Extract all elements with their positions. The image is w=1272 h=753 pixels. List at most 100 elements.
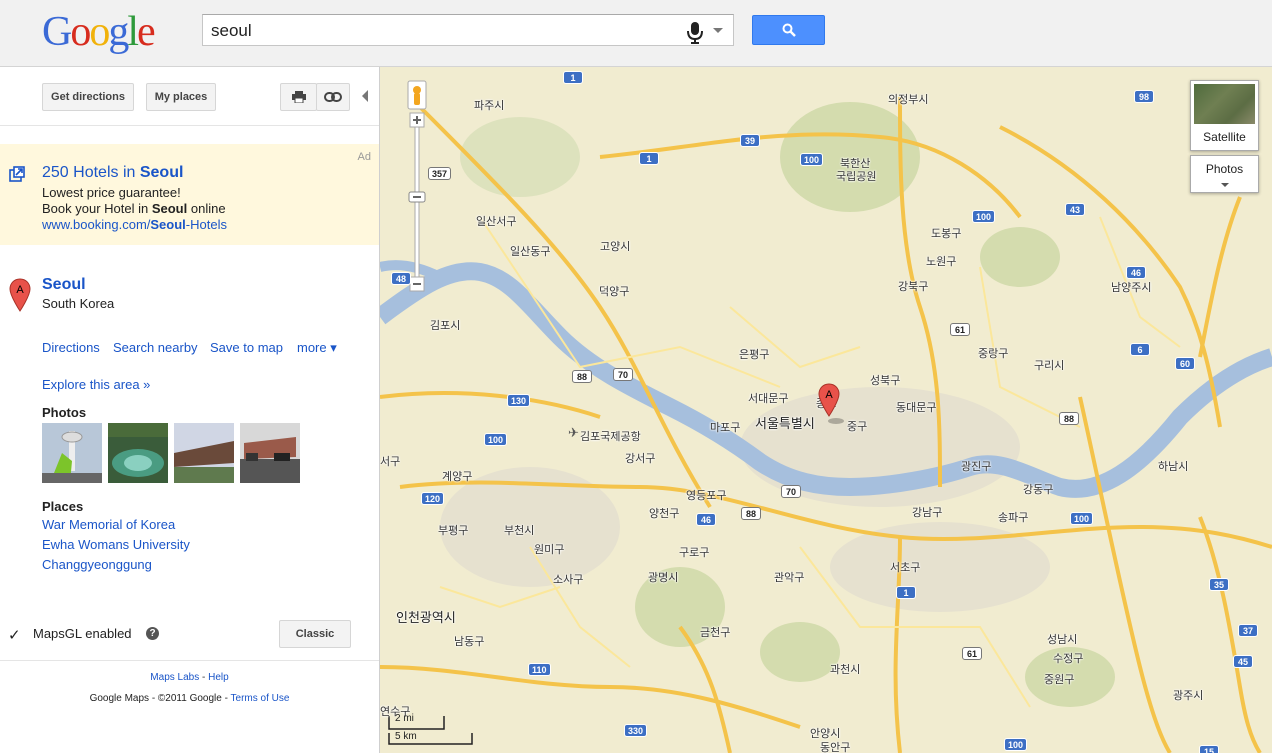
map-label: 강북구 bbox=[898, 281, 929, 293]
logo-letter: o bbox=[70, 9, 91, 55]
map-label: 부천시 bbox=[504, 525, 535, 537]
map-canvas[interactable]: 1 1 39 100 98 100 43 46 6 60 357 48 88 70 130 100 61 88 70… bbox=[380, 67, 1272, 753]
photo-thumbnail[interactable] bbox=[174, 423, 234, 483]
microphone-icon[interactable] bbox=[687, 22, 703, 44]
route-shield: 46 bbox=[696, 513, 716, 526]
map-label: 성남시 bbox=[1047, 634, 1078, 646]
map-label: 계양구 bbox=[442, 471, 473, 483]
satellite-label: Satellite bbox=[1203, 130, 1246, 144]
map-label: 원미구 bbox=[534, 544, 565, 556]
map-label: 성북구 bbox=[870, 375, 901, 387]
result-marker-icon[interactable]: A bbox=[9, 278, 31, 312]
route-shield: 100 bbox=[1004, 738, 1028, 751]
ad-title-text: 250 Hotels in bbox=[42, 164, 140, 181]
search-input[interactable] bbox=[211, 19, 651, 43]
mapsgl-row: ✓ MapsGL enabled ? Classic bbox=[0, 615, 379, 661]
map-label: 김포시 bbox=[430, 320, 461, 332]
maps-labs-link[interactable]: Maps Labs bbox=[150, 672, 199, 683]
map-label: 구리시 bbox=[1034, 360, 1065, 372]
map-label: 송파구 bbox=[998, 512, 1029, 524]
my-places-button[interactable]: My places bbox=[146, 83, 216, 111]
ad-line-2-text: Book your Hotel in bbox=[42, 201, 152, 216]
link-icon bbox=[324, 92, 342, 102]
print-button[interactable] bbox=[280, 83, 317, 111]
ad-url-end: -Hotels bbox=[185, 217, 227, 232]
map-label: 강동구 bbox=[1023, 484, 1054, 496]
map-label: 서초구 bbox=[890, 562, 921, 574]
logo-letter: o bbox=[89, 9, 110, 55]
ad-title-bold: Seoul bbox=[139, 164, 184, 181]
route-shield: 110 bbox=[528, 663, 551, 676]
map-label: 마포구 bbox=[710, 422, 741, 434]
map-label: 강서구 bbox=[625, 453, 656, 465]
terms-link[interactable]: Terms of Use bbox=[231, 693, 290, 704]
map-label: 남양주시 bbox=[1111, 282, 1152, 294]
link-button[interactable] bbox=[316, 83, 350, 111]
search-button[interactable] bbox=[752, 15, 825, 45]
map-label: 국립공원 bbox=[836, 171, 877, 183]
help-icon[interactable]: ? bbox=[146, 627, 159, 640]
route-shield: 61 bbox=[962, 647, 982, 660]
search-nearby-link[interactable]: Search nearby bbox=[113, 340, 198, 355]
logo-letter: l bbox=[127, 9, 139, 55]
ad-url-link[interactable]: www.booking.com/Seoul-Hotels bbox=[42, 217, 227, 232]
explore-area-link[interactable]: Explore this area » bbox=[42, 377, 150, 392]
airport-icon: ✈ bbox=[568, 425, 579, 440]
more-link[interactable]: more ▾ bbox=[297, 340, 337, 356]
search-options-chevron-icon[interactable] bbox=[713, 28, 723, 33]
divider bbox=[0, 125, 379, 126]
route-shield: 37 bbox=[1238, 624, 1258, 637]
external-link-icon bbox=[9, 166, 25, 182]
ad-url-text: www.booking.com/ bbox=[42, 217, 151, 232]
ad-line-2: Book your Hotel in Seoul online bbox=[42, 201, 226, 216]
map-label: 광명시 bbox=[648, 572, 679, 584]
map-label: 서구 bbox=[380, 456, 401, 468]
map-label: 과천시 bbox=[830, 664, 861, 676]
classic-button[interactable]: Classic bbox=[279, 620, 351, 648]
map-label: 하남시 bbox=[1158, 461, 1189, 473]
search-box[interactable] bbox=[202, 14, 734, 46]
place-link-war-memorial[interactable]: War Memorial of Korea bbox=[42, 517, 175, 532]
photos-layer-button[interactable]: Photos bbox=[1190, 155, 1259, 193]
chevron-down-icon bbox=[1221, 183, 1229, 187]
save-to-map-link[interactable]: Save to map bbox=[210, 340, 283, 355]
get-directions-button[interactable]: Get directions bbox=[42, 83, 134, 111]
photos-layer-label: Photos bbox=[1205, 162, 1244, 176]
place-link-ewha[interactable]: Ewha Womans University bbox=[42, 537, 190, 552]
route-shield: 35 bbox=[1209, 578, 1229, 591]
route-shield: 46 bbox=[1126, 266, 1146, 279]
map-label: 일산서구 bbox=[476, 216, 517, 228]
help-link[interactable]: Help bbox=[208, 672, 229, 683]
map-label: 의정부시 bbox=[888, 94, 929, 106]
route-shield: 357 bbox=[428, 167, 452, 180]
route-shield: 100 bbox=[800, 153, 824, 166]
header: Google bbox=[0, 0, 1272, 67]
scale-miles: 2 mi bbox=[395, 713, 414, 724]
route-shield: 130 bbox=[507, 394, 531, 407]
map-label: 김포국제공항 bbox=[580, 431, 641, 443]
route-shield: 43 bbox=[1065, 203, 1085, 216]
map-marker-letter: A bbox=[825, 389, 833, 401]
map-label: 노원구 bbox=[926, 256, 957, 268]
map-label: 남동구 bbox=[454, 636, 485, 648]
map-label: 중구 bbox=[847, 421, 868, 433]
map-label: 서대문구 bbox=[748, 393, 789, 405]
ad-label: Ad bbox=[357, 151, 371, 163]
map-marker-icon[interactable]: A bbox=[818, 383, 844, 425]
photo-thumbnail[interactable] bbox=[240, 423, 300, 483]
ad-title-link[interactable]: 250 Hotels in Seoul bbox=[42, 164, 183, 182]
photo-thumbnail[interactable] bbox=[108, 423, 168, 483]
map-label-city: 인천광역시 bbox=[396, 610, 456, 625]
satellite-toggle[interactable]: Satellite bbox=[1190, 80, 1259, 151]
google-logo[interactable]: Google bbox=[42, 8, 156, 56]
map-label-city: 서울특별시 bbox=[755, 416, 815, 431]
collapse-panel-icon[interactable] bbox=[362, 90, 368, 102]
photo-thumbnail[interactable] bbox=[42, 423, 102, 483]
result-title[interactable]: Seoul bbox=[42, 276, 86, 294]
ad-url-bold: Seoul bbox=[150, 217, 186, 232]
check-icon: ✓ bbox=[8, 627, 21, 644]
map-label: 중원구 bbox=[1044, 674, 1075, 686]
place-link-changgyeonggung[interactable]: Changgyeonggung bbox=[42, 557, 152, 572]
copyright-text: Google Maps - ©2011 Google - bbox=[89, 693, 231, 704]
directions-link[interactable]: Directions bbox=[42, 340, 100, 355]
